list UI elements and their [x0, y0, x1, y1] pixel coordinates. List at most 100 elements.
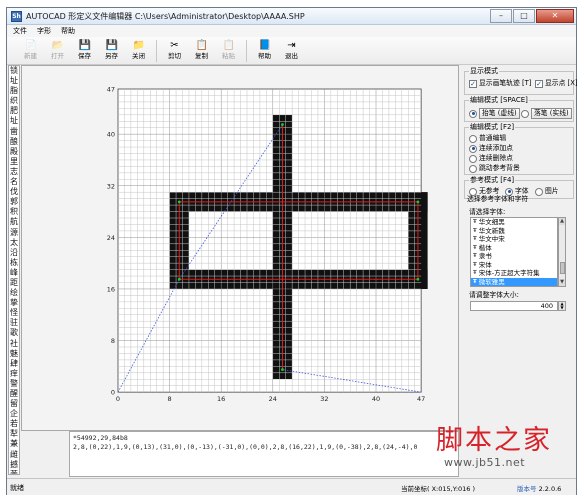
mode-delete-points-radio[interactable]: 连续删除点	[469, 154, 513, 163]
edit-mode-space-group: 编辑模式 [SPACE] 抬笔 (虚线) 落笔 (实线)	[464, 96, 574, 122]
x-axis-tick-label: 47	[417, 395, 425, 403]
char-list-item[interactable]: 凿	[9, 127, 19, 137]
char-list-item[interactable]: 栋	[9, 258, 19, 268]
char-list-item[interactable]: 犁	[9, 429, 19, 439]
char-list-item[interactable]: 积	[9, 207, 19, 217]
char-list-item[interactable]: 驻	[9, 318, 19, 328]
char-list-item[interactable]: 址	[9, 116, 19, 126]
pen-up-radio[interactable]: 抬笔 (虚线)	[469, 108, 520, 119]
char-list-item[interactable]: 太	[9, 238, 19, 248]
glyph-grid[interactable]: 00 8 8 16 16 24 24 32 32 40 40 47 47	[22, 66, 460, 432]
show-points-checkbox[interactable]: ✓ 显示点 [X]	[535, 79, 578, 88]
status-version: 版本号 2.2.0.6	[517, 485, 562, 493]
save-as-button[interactable]: 💾 另存	[98, 37, 125, 65]
char-list-item[interactable]: 峰	[9, 268, 19, 278]
font-list-scrollbar[interactable]: ▲ ▼	[558, 217, 566, 287]
font-list-item[interactable]: Ŧ 华文细黑	[471, 218, 557, 227]
char-list-item[interactable]: 锁	[9, 66, 19, 76]
char-list-item[interactable]: 歌	[9, 328, 19, 338]
menu-file[interactable]: 文件	[13, 25, 27, 37]
char-list-item[interactable]: 留	[9, 399, 19, 409]
font-list-item[interactable]: Ŧ 华文中宋	[471, 235, 557, 244]
font-list-item[interactable]: Ŧ 宋体-方正超大字符集	[471, 269, 557, 278]
size-spinner[interactable]: ▲ ▼	[558, 301, 566, 311]
char-list-item[interactable]: 里	[9, 157, 19, 167]
exit-button[interactable]: ⇥ 退出	[278, 37, 305, 65]
char-list-item[interactable]: 痒	[9, 369, 19, 379]
char-list-item[interactable]: 兼	[9, 439, 19, 449]
mode-add-points-radio[interactable]: 连续添加点	[469, 144, 513, 153]
close-button[interactable]: ✕	[536, 9, 574, 23]
glyph-editor-canvas[interactable]: 0 0 8 8 16 16 24 24 32 32 40 40 47 47	[21, 65, 459, 431]
char-list-item[interactable]: 怪	[9, 308, 19, 318]
status-coordinates: 当前坐标( X:015,Y:016 )	[401, 485, 476, 493]
pen-down-radio[interactable]: 落笔 (实线)	[521, 108, 572, 119]
char-list-item[interactable]: 酿	[9, 137, 19, 147]
spin-down-icon[interactable]: ▼	[559, 306, 565, 310]
paste-button[interactable]: 📋 粘贴	[215, 37, 242, 65]
char-list-item[interactable]: 志	[9, 167, 19, 177]
char-list-item[interactable]: 莞	[9, 470, 19, 474]
font-size-input[interactable]: 400	[470, 301, 558, 311]
char-list-item[interactable]: 魅	[9, 349, 19, 359]
font-listbox[interactable]: Ŧ 华文细黑 Ŧ 华文新魏 Ŧ 华文中宋 Ŧ 楷体 Ŧ 隶书 Ŧ 宋体 Ŧ 宋体-方正超大字符集 Ŧ 微软雅黑	[470, 217, 558, 287]
char-list-item[interactable]: 若	[9, 419, 19, 429]
close-file-button[interactable]: 📁 关闭	[125, 37, 152, 65]
mode-normal-radio[interactable]: 普通编辑	[469, 134, 506, 143]
char-list-item[interactable]: 织	[9, 96, 19, 106]
cut-button[interactable]: ✂ 剪切	[161, 37, 188, 65]
checkbox-checked-icon: ✓	[469, 79, 477, 88]
font-list-item[interactable]: Ŧ 宋体	[471, 261, 557, 270]
char-list-item[interactable]: 肆	[9, 359, 19, 369]
font-list-item[interactable]: Ŧ 隶书	[471, 252, 557, 261]
new-button[interactable]: 📄 新建	[17, 37, 44, 65]
menu-glyph[interactable]: 字形	[37, 25, 51, 37]
window-controls: – □ ✕	[489, 9, 574, 23]
char-list-item[interactable]: 肥	[9, 106, 19, 116]
char-list-item[interactable]: 殿	[9, 147, 19, 157]
mode-move-reference-radio[interactable]: 跳动参考背景	[469, 164, 520, 173]
ref-image-radio[interactable]: 图片	[535, 187, 559, 196]
font-list-item[interactable]: Ŧ 华文新魏	[471, 227, 557, 236]
y-axis-tick-label: 0	[111, 389, 115, 397]
shape-definition-text[interactable]: *54992,29,84b8 2,8,(0,22),1,9,(0,13),(31,…	[69, 431, 459, 477]
font-list-item[interactable]: Ŧ 微软雅黑	[471, 277, 557, 286]
vector-point	[281, 368, 284, 371]
char-list-item[interactable]: 址	[9, 76, 19, 86]
font-list-item[interactable]: Ŧ 楷体	[471, 244, 557, 253]
scroll-thumb[interactable]	[560, 262, 565, 274]
watermark-url: www.jb51.net	[444, 456, 526, 469]
char-list-item[interactable]: 距	[9, 278, 19, 288]
char-list-item[interactable]: 企	[9, 409, 19, 419]
char-list-item[interactable]: 脂	[9, 86, 19, 96]
char-list-item[interactable]: 绘	[9, 288, 19, 298]
save-button[interactable]: 💾 保存	[71, 37, 98, 65]
char-list-item[interactable]: 雌	[9, 450, 19, 460]
char-list-item[interactable]: 伐	[9, 187, 19, 197]
char-list-item[interactable]: 名	[9, 177, 19, 187]
scroll-down-icon[interactable]: ▼	[559, 279, 565, 286]
char-list-item[interactable]: 源	[9, 228, 19, 238]
scroll-up-icon[interactable]: ▲	[559, 218, 565, 225]
show-brush-track-checkbox[interactable]: ✓ 显示画笔轨迹 [T]	[469, 79, 531, 88]
char-list-item[interactable]: 撼	[9, 460, 19, 470]
x-axis-tick-label: 40	[372, 395, 380, 403]
radio-selected-icon	[469, 144, 477, 153]
y-axis-tick-label: 16	[107, 285, 115, 293]
radio-icon	[469, 134, 477, 143]
minimize-button[interactable]: –	[490, 9, 512, 23]
copy-button[interactable]: 📋 复制	[188, 37, 215, 65]
menu-help[interactable]: 帮助	[61, 25, 75, 37]
char-list-item[interactable]: 社	[9, 339, 19, 349]
char-list-item[interactable]: 挚	[9, 298, 19, 308]
help-button[interactable]: 📘 帮助	[251, 37, 278, 65]
char-list-item[interactable]: 沿	[9, 248, 19, 258]
char-list-item[interactable]: 航	[9, 217, 19, 227]
char-list-item[interactable]: 警	[9, 379, 19, 389]
char-list-item[interactable]: 郭	[9, 197, 19, 207]
title-bar[interactable]: Sh AUTOCAD 形定义文件编辑器 C:\Users\Administrat…	[7, 8, 576, 25]
character-list[interactable]: 锁址脂织肥址凿酿殿里志名伐郭积航源太沿栋峰距绘挚怪驻歌社魅肆痒警醒留企若犁兼雌撼…	[8, 65, 20, 475]
open-button[interactable]: 📂 打开	[44, 37, 71, 65]
char-list-item[interactable]: 醒	[9, 389, 19, 399]
maximize-button[interactable]: □	[513, 9, 535, 23]
